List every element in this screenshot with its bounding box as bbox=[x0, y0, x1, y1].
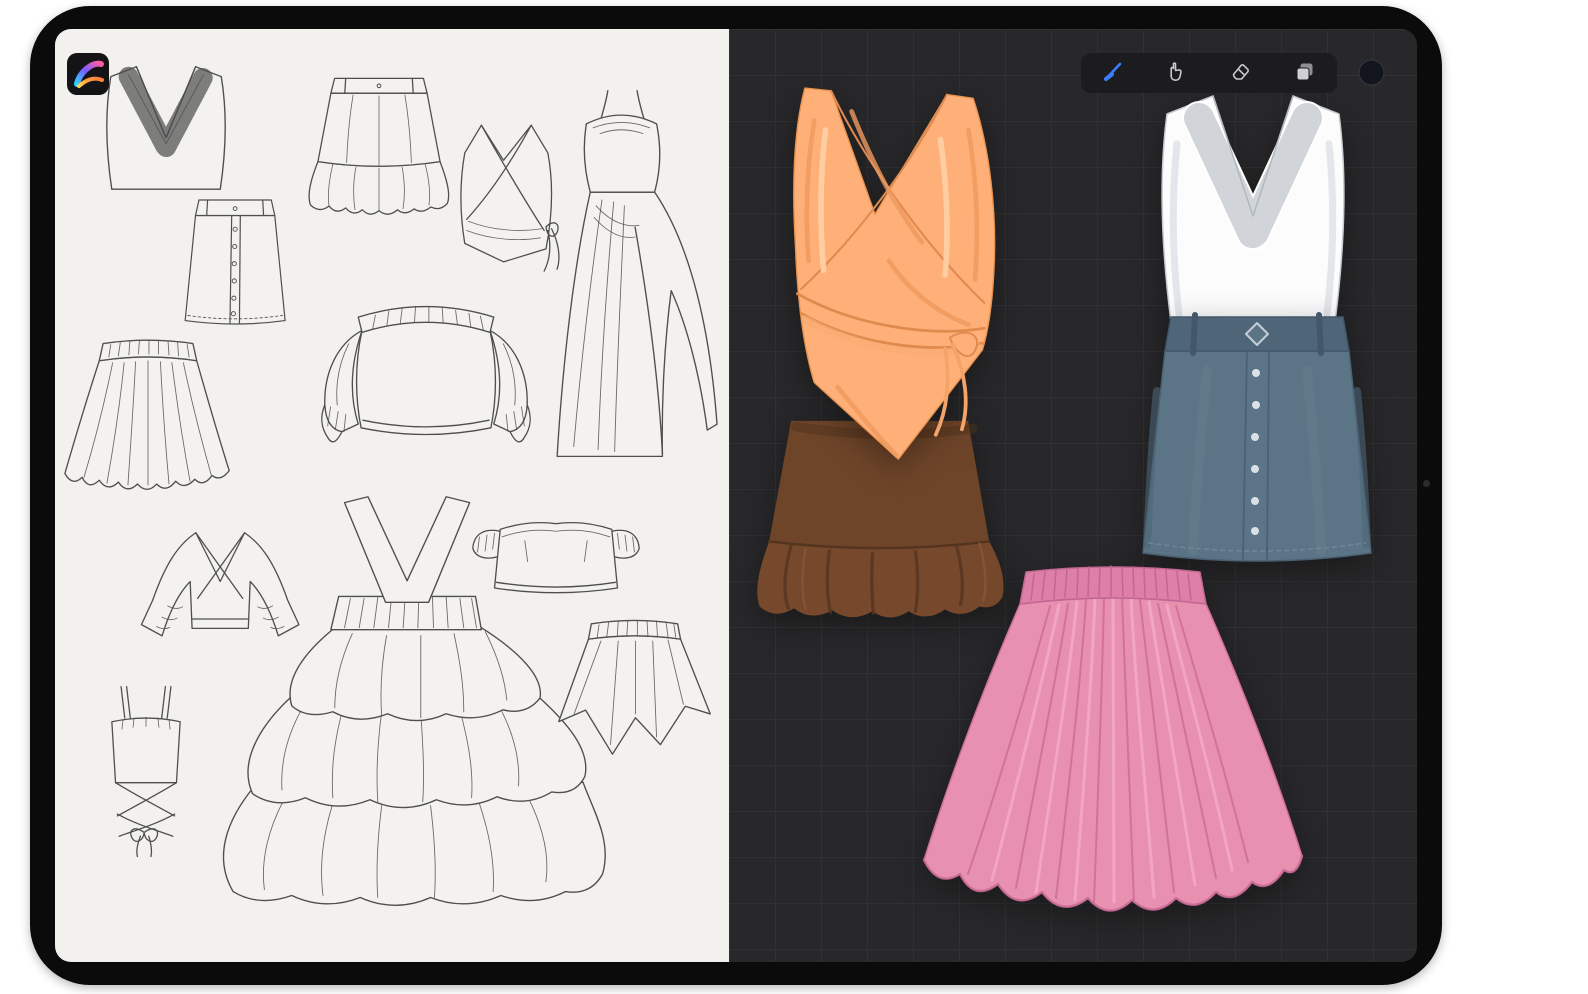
eraser-button[interactable] bbox=[1221, 55, 1261, 91]
sketch-button-front-mini-skirt bbox=[180, 191, 292, 333]
camera-dot bbox=[1423, 480, 1430, 487]
layers-icon bbox=[1293, 60, 1317, 87]
sketch-reference-panel[interactable] bbox=[55, 29, 729, 962]
orange-wrap-top-art bbox=[739, 74, 1039, 504]
white-fringe-top-art bbox=[1137, 84, 1369, 344]
sketch-handkerchief-skirt bbox=[553, 611, 716, 767]
eraser-icon bbox=[1229, 60, 1253, 87]
paint-brush-button[interactable] bbox=[1093, 55, 1133, 91]
tablet-device bbox=[30, 6, 1442, 985]
procreate-logo-button[interactable] bbox=[67, 53, 109, 95]
color-swatch-button[interactable] bbox=[1358, 59, 1385, 86]
smudge-icon bbox=[1165, 60, 1189, 87]
smudge-button[interactable] bbox=[1157, 55, 1197, 91]
sketch-pleated-mini-skirt bbox=[57, 334, 239, 506]
brush-icon bbox=[1101, 60, 1125, 87]
sketch-ruffle-hem-mini-skirt bbox=[303, 71, 455, 219]
pink-pleated-skirt-art bbox=[904, 562, 1319, 937]
painting-canvas[interactable] bbox=[729, 29, 1417, 962]
sketch-off-shoulder-fringe-top bbox=[463, 501, 649, 605]
blue-button-skirt-art bbox=[1137, 311, 1377, 573]
color-swatch-fill bbox=[1358, 59, 1385, 86]
sketch-slit-gown bbox=[518, 81, 723, 471]
layers-button[interactable] bbox=[1285, 55, 1325, 91]
procreate-screen bbox=[55, 29, 1417, 962]
sketch-cami-tie-crop-top bbox=[86, 677, 206, 857]
sketch-fringe-v-neck-top bbox=[93, 51, 241, 199]
toolbar bbox=[1081, 53, 1337, 93]
sketch-off-shoulder-blouse bbox=[316, 277, 536, 487]
